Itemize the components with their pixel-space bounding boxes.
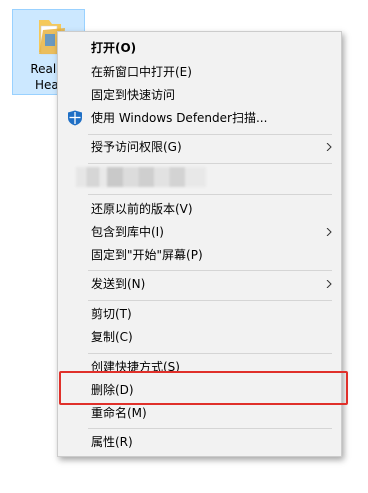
delete-highlight-box — [59, 371, 348, 405]
menu-item-label: 授予访问权限(G) — [91, 140, 182, 154]
menu-item-send-to[interactable]: 发送到(N) — [58, 272, 341, 296]
submenu-arrow-icon — [326, 228, 332, 236]
menu-separator — [88, 428, 332, 429]
menu-item-label: 包含到库中(I) — [91, 225, 164, 239]
menu-item-properties[interactable]: 属性(R) — [58, 430, 341, 454]
menu-item-pin-quick-access[interactable]: 固定到快速访问 — [58, 83, 341, 107]
menu-separator — [88, 163, 332, 164]
menu-separator — [88, 353, 332, 354]
menu-separator — [88, 194, 332, 195]
submenu-arrow-icon — [326, 280, 332, 288]
menu-item-open-new-window[interactable]: 在新窗口中打开(E) — [58, 60, 341, 84]
menu-item-label: 打开(O) — [91, 41, 137, 55]
menu-item-pin-start[interactable]: 固定到"开始"屏幕(P) — [58, 243, 341, 267]
menu-item-copy[interactable]: 复制(C) — [58, 325, 341, 349]
menu-item-include-library[interactable]: 包含到库中(I) — [58, 220, 341, 244]
menu-item-label: 剪切(T) — [91, 307, 132, 321]
menu-item-restore-versions[interactable]: 还原以前的版本(V) — [58, 197, 341, 221]
menu-item-label: 固定到"开始"屏幕(P) — [91, 248, 203, 262]
menu-item-cut[interactable]: 剪切(T) — [58, 302, 341, 326]
menu-item-defender-scan[interactable]: 使用 Windows Defender扫描... — [58, 106, 341, 130]
windows-defender-shield-icon — [68, 110, 82, 126]
menu-item-label: 复制(C) — [91, 330, 133, 344]
menu-separator — [88, 270, 332, 271]
menu-item-label: 使用 Windows Defender扫描... — [91, 111, 268, 125]
menu-separator — [88, 300, 332, 301]
submenu-arrow-icon — [326, 143, 332, 151]
menu-item-label: 还原以前的版本(V) — [91, 202, 193, 216]
menu-item-label: 固定到快速访问 — [91, 88, 176, 102]
menu-item-label: 发送到(N) — [91, 277, 146, 291]
menu-item-open[interactable]: 打开(O) — [58, 36, 341, 60]
blurred-menu-item[interactable] — [76, 167, 206, 187]
menu-item-give-access[interactable]: 授予访问权限(G) — [58, 135, 341, 159]
menu-item-label: 在新窗口中打开(E) — [91, 65, 192, 79]
menu-item-label: 属性(R) — [91, 435, 133, 449]
